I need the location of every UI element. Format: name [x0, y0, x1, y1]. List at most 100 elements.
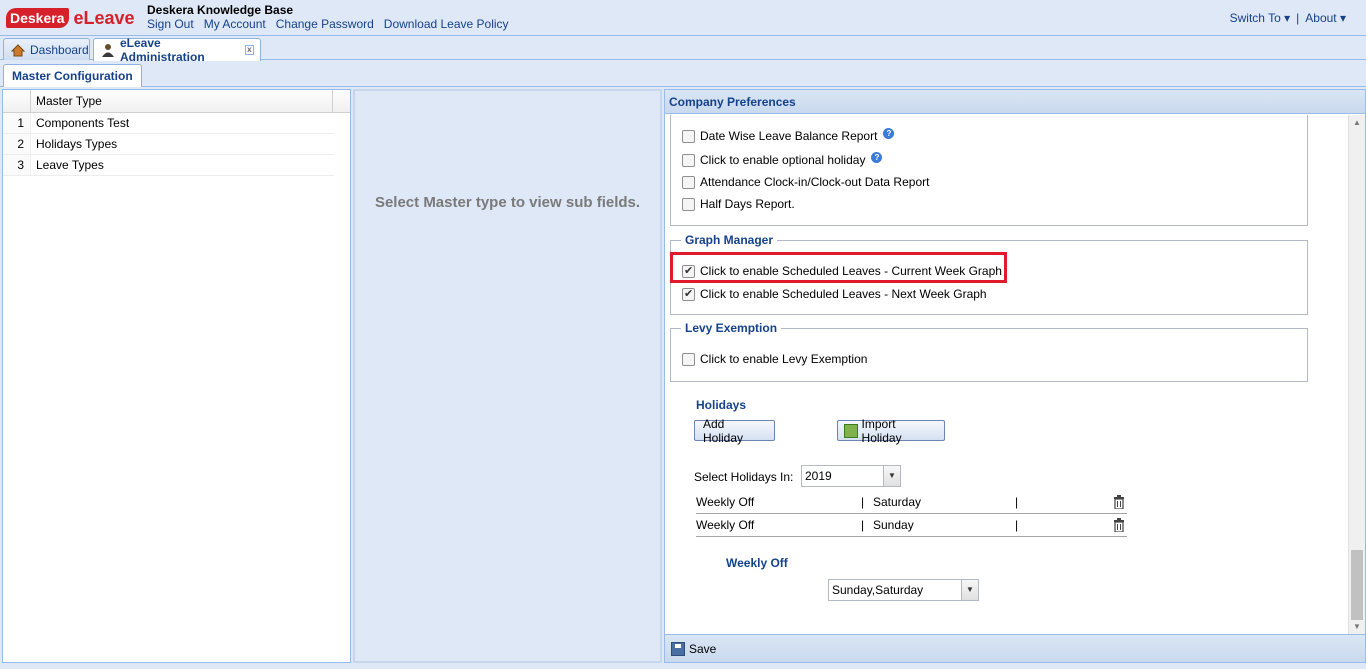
half-days-report-option[interactable]: Half Days Report.: [682, 196, 795, 212]
my-account-link[interactable]: My Account: [204, 17, 266, 31]
sub-fields-panel: Select Master type to view sub fields.: [353, 89, 662, 663]
master-type-grid: Master Type 1 Components Test 2 Holidays…: [2, 89, 351, 663]
table-row[interactable]: 1 Components Test: [3, 113, 334, 134]
option-label: Date Wise Leave Balance Report: [700, 129, 878, 143]
year-value: 2019: [805, 469, 832, 483]
checkbox[interactable]: [682, 175, 695, 189]
fieldset-legend: Graph Manager: [681, 233, 778, 247]
next-week-graph-option[interactable]: Click to enable Scheduled Leaves - Next …: [682, 286, 987, 302]
site-title: Desk​era Knowledge Base: [147, 3, 294, 17]
holiday-type: Weekly Off: [696, 495, 755, 509]
holiday-type: Weekly Off: [696, 518, 755, 532]
row-label: Holidays Types: [36, 137, 118, 151]
save-button[interactable]: Save: [671, 641, 717, 656]
help-icon[interactable]: ?: [883, 127, 895, 139]
table-row[interactable]: 3 Leave Types: [3, 155, 334, 176]
save-label: Save: [689, 641, 717, 656]
tab-admin-label: eLeave Administration: [120, 36, 205, 64]
levy-exemption-option[interactable]: Click to enable Levy Exemption: [682, 351, 867, 367]
list-item: Weekly Off | Saturday |: [696, 491, 1127, 514]
option-label: Click to enable optional holiday: [700, 153, 866, 167]
checkbox[interactable]: [682, 129, 695, 143]
logo-app-name: eLeave: [73, 7, 135, 28]
reports-fieldset: Date Wise Leave Balance Report ? Click t…: [670, 115, 1308, 226]
panel-title: Company Preferences: [665, 90, 1365, 114]
sign-out-link[interactable]: Sign Out: [147, 17, 194, 31]
chevron-down-icon: ▾: [1339, 11, 1346, 25]
option-label: Half Days Report.: [700, 197, 795, 211]
save-icon: [671, 641, 685, 656]
column-separator: |: [1015, 518, 1019, 532]
holidays-title: Holidays: [696, 398, 747, 412]
holiday-day: Saturday: [873, 495, 922, 509]
add-holiday-button[interactable]: Add Holiday: [694, 417, 775, 445]
checkbox-checked[interactable]: [682, 287, 695, 301]
master-type-column-header[interactable]: Master Type: [31, 90, 333, 112]
option-label: Attendance Clock-in/Clock-out Data Repor…: [700, 175, 930, 189]
select-holidays-label: Select Holidays In:: [694, 470, 794, 484]
scroll-up-icon[interactable]: ▲: [1352, 118, 1362, 128]
admin-user-icon: [100, 43, 116, 57]
checkbox[interactable]: [682, 153, 695, 167]
save-toolbar: Save: [665, 634, 1365, 662]
switch-to-menu[interactable]: Switch To ▾: [1230, 11, 1291, 25]
tab-dashboard-label: Dashboard: [30, 42, 89, 57]
row-number: 3: [3, 155, 31, 175]
row-number: 2: [3, 134, 31, 154]
scrollbar-thumb[interactable]: [1351, 550, 1363, 620]
table-row[interactable]: 2 Holidays Types: [3, 134, 334, 155]
tab-dashboard[interactable]: Dashboard: [3, 38, 90, 60]
menu-separator: |: [1296, 11, 1300, 25]
scroll-down-icon[interactable]: ▼: [1352, 622, 1362, 632]
row-label: Components Test: [36, 116, 130, 130]
attendance-clock-report-option[interactable]: Attendance Clock-in/Clock-out Data Repor…: [682, 174, 929, 190]
option-label: Click to enable Scheduled Leaves - Next …: [700, 287, 987, 301]
change-password-link[interactable]: Change Password: [276, 17, 374, 31]
option-label: Click to enable Levy Exemption: [700, 352, 868, 366]
top-links: Sign Out My Account Change Password Down…: [147, 17, 509, 31]
top-right-menu: Switch To ▾ | About ▾: [1230, 11, 1346, 25]
weekly-off-title: Weekly Off: [726, 556, 788, 570]
fieldset-legend: Levy Exemption: [681, 321, 782, 335]
company-preferences-panel: Company Preferences Date Wise Leave Bala…: [664, 89, 1366, 663]
holiday-year-select[interactable]: 2019 ▼: [801, 465, 901, 487]
main-tab-bar: Dashboard eLeave Administration x: [0, 36, 1366, 64]
column-separator: |: [1015, 495, 1019, 509]
chevron-down-icon: ▾: [1284, 11, 1291, 25]
row-label: Leave Types: [36, 158, 104, 172]
tab-master-configuration[interactable]: Master Configuration: [3, 64, 142, 87]
import-holiday-label: Import Holiday: [861, 416, 902, 445]
chevron-down-icon[interactable]: ▼: [961, 580, 978, 600]
list-item: Weekly Off | Sunday |: [696, 514, 1127, 537]
row-number-header: [3, 90, 31, 112]
import-holiday-button[interactable]: Import Holiday: [837, 417, 945, 445]
column-separator: |: [861, 518, 865, 532]
logo: Deskera eLeave: [6, 6, 135, 30]
checkbox[interactable]: [682, 197, 695, 211]
holiday-day: Sunday: [873, 518, 914, 532]
row-number: 1: [3, 113, 31, 133]
close-icon[interactable]: x: [244, 45, 254, 55]
levy-exemption-fieldset: Levy Exemption Click to enable Levy Exem…: [670, 321, 1308, 382]
optional-holiday-option[interactable]: Click to enable optional holiday ?: [682, 151, 883, 168]
checkbox[interactable]: [682, 352, 695, 366]
dashboard-icon: [10, 43, 26, 57]
about-menu[interactable]: About ▾: [1305, 11, 1346, 25]
chevron-down-icon[interactable]: ▼: [883, 466, 900, 486]
trash-icon[interactable]: [1113, 495, 1125, 510]
highlight-box: [670, 252, 1007, 283]
preferences-scroll-body: Date Wise Leave Balance Report ? Click t…: [665, 115, 1349, 635]
weekly-off-value: Sunday,Saturday: [832, 583, 924, 597]
date-wise-leave-balance-option[interactable]: Date Wise Leave Balance Report ?: [682, 127, 895, 144]
sub-tab-bar: Master Configuration: [0, 61, 1366, 87]
help-icon[interactable]: ?: [871, 151, 883, 163]
download-leave-policy-link[interactable]: Download Leave Policy: [384, 17, 509, 31]
tab-eleave-administration[interactable]: eLeave Administration x: [93, 36, 261, 64]
about-label: About: [1305, 11, 1337, 25]
vertical-scrollbar[interactable]: ▲ ▼: [1348, 115, 1365, 635]
empty-state-message: Select Master type to view sub fields.: [374, 194, 641, 211]
switch-to-label: Switch To: [1229, 11, 1281, 25]
logo-badge: Deskera: [6, 8, 69, 28]
weekly-off-select[interactable]: Sunday,Saturday ▼: [828, 579, 979, 601]
trash-icon[interactable]: [1113, 518, 1125, 533]
